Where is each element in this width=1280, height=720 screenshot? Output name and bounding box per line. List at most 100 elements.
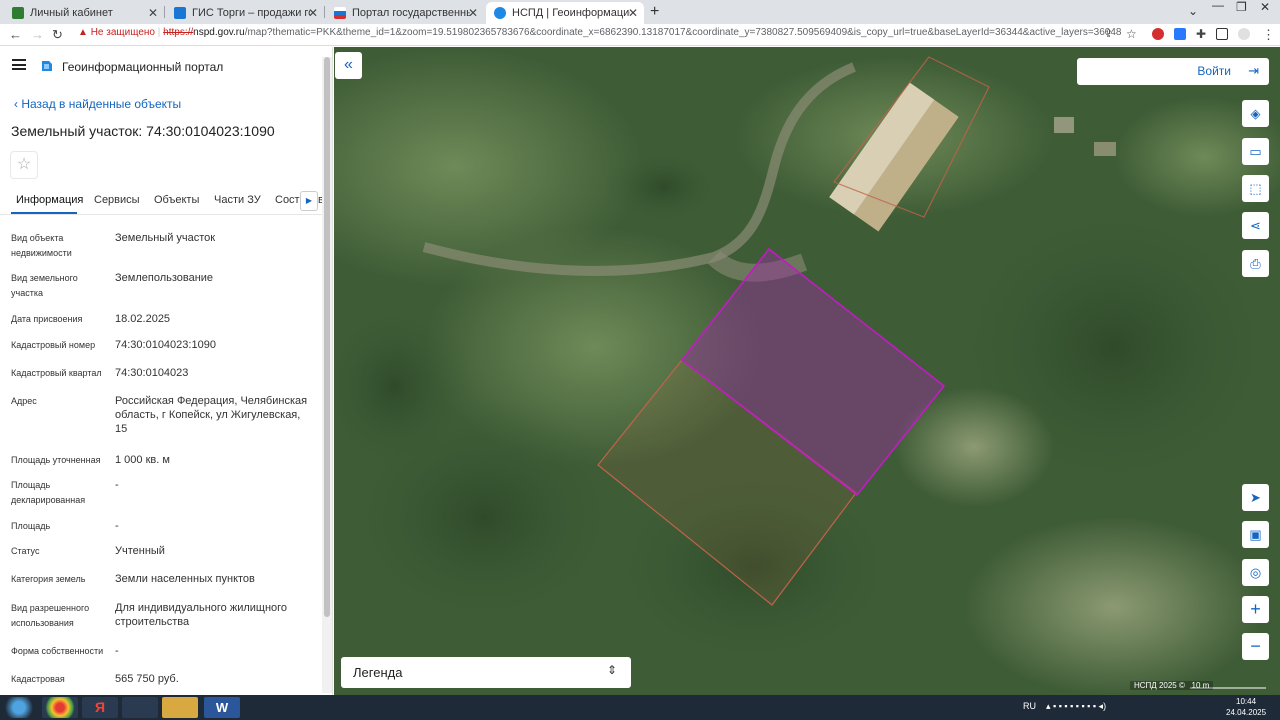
field-label: Вид земельного участка <box>11 273 78 298</box>
tray-icons[interactable]: ▴ ▪ ▪ ▪ ▪ ▪ ▪ ▪ ▪ ◂) <box>1046 701 1106 712</box>
back-to-results-link[interactable]: ‹ Назад в найденные объекты <box>14 97 181 111</box>
close-tab-icon[interactable]: ✕ <box>468 6 478 20</box>
field-value: Земли населенных пунктов <box>115 573 255 585</box>
field-label: Кадастровый номер <box>11 340 96 350</box>
field-label: Площадь декларированная <box>11 480 86 505</box>
info-panel: Геоинформационный портал ‹ Назад в найде… <box>0 47 333 695</box>
field-value: - <box>115 520 119 532</box>
field-label: Форма собственности <box>11 646 104 656</box>
tab-title: Портал государственных услуг <box>352 7 470 19</box>
profile-avatar[interactable] <box>1238 28 1250 40</box>
browser-tab-3[interactable]: Портал государственных услуг ✕ <box>326 2 484 24</box>
close-window-icon[interactable]: ✕ <box>1260 0 1270 14</box>
field-value: Земельный участок <box>115 232 216 244</box>
tab-favicon-icon <box>494 7 506 19</box>
language-indicator[interactable]: RU <box>1023 701 1036 711</box>
share-icon[interactable]: ⇪ <box>1104 27 1113 40</box>
new-tab-icon[interactable]: + <box>650 3 659 21</box>
select-area-icon[interactable]: ⬚ <box>1242 175 1269 202</box>
tab-objects[interactable]: Объекты <box>154 194 199 206</box>
scrollbar-thumb[interactable] <box>324 57 330 617</box>
forward-arrow-icon[interactable]: → <box>31 27 44 42</box>
minimize-icon[interactable]: — <box>1212 0 1224 12</box>
yandex-browser-icon[interactable]: Я <box>82 697 118 718</box>
collapse-panel-button[interactable]: « <box>335 52 362 79</box>
bookmark-star-icon[interactable]: ☆ <box>1126 27 1137 41</box>
print-icon[interactable]: ⎙ <box>1242 250 1269 277</box>
satellite-imagery <box>334 47 1280 695</box>
search-location-icon[interactable]: ◎ <box>1242 559 1269 586</box>
close-tab-icon[interactable]: ✕ <box>628 6 638 20</box>
legend-label: Легенда <box>353 665 403 680</box>
chrome-icon[interactable] <box>42 697 78 718</box>
browser-menu-icon[interactable]: ⋮ <box>1262 27 1275 43</box>
security-warning: Не защищено <box>90 27 155 38</box>
close-tab-icon[interactable]: ✕ <box>148 6 158 20</box>
browser-tab-4-active[interactable]: НСПД | Геоинформационный п ✕ <box>486 2 644 24</box>
legend-toggle[interactable]: Легенда ⇕ <box>341 657 631 688</box>
url-path: /map?thematic=PKK&theme_id=1&zoom=19.519… <box>244 27 1122 38</box>
tab-information[interactable]: Информация <box>16 194 83 206</box>
field-value: 565 750 руб. <box>115 673 179 685</box>
clock-date[interactable]: 24.04.2025 <box>1226 708 1266 717</box>
tab-parts[interactable]: Части ЗУ <box>214 194 261 206</box>
field-value: 1 000 кв. м <box>115 454 170 466</box>
sidebar-icon[interactable] <box>1216 28 1228 40</box>
clock-time[interactable]: 10:44 <box>1236 697 1256 706</box>
browser-tab-2[interactable]: ГИС Торги – продажи государст ✕ <box>166 2 324 24</box>
panel-scrollbar[interactable] <box>322 57 332 693</box>
tabs-scroll-right-icon[interactable]: ▶ <box>300 191 318 211</box>
minimap-icon[interactable]: ▣ <box>1242 521 1269 548</box>
file-explorer-icon[interactable] <box>162 697 198 718</box>
zoom-out-icon[interactable]: − <box>1242 633 1269 660</box>
tab-search-icon[interactable]: ⌄ <box>1188 4 1198 18</box>
tab-title: Личный кабинет <box>30 7 113 19</box>
map-attribution: НСПД 2025 © 10 m <box>1130 681 1214 690</box>
field-value: 74:30:0104023:1090 <box>115 339 216 351</box>
field-label: Площадь уточненная <box>11 455 101 465</box>
login-button[interactable]: Войти ⇥ <box>1077 58 1269 85</box>
field-label: Площадь <box>11 521 51 531</box>
close-tab-icon[interactable]: ✕ <box>308 6 318 20</box>
url-host: nspd.gov.ru <box>193 27 245 38</box>
field-label: Вид разрешенного использования <box>11 603 90 628</box>
tab-title: НСПД | Геоинформационный п <box>512 7 630 19</box>
tab-favicon-icon <box>12 7 24 19</box>
portal-logo-icon <box>42 61 52 71</box>
field-value: - <box>115 479 119 491</box>
browser-tab-bar: Личный кабинет ✕ ГИС Торги – продажи гос… <box>0 0 1280 24</box>
field-label: Дата присвоения <box>11 314 83 324</box>
geolocation-icon[interactable]: ➤ <box>1242 484 1269 511</box>
active-tab-indicator <box>11 212 77 214</box>
extension-icon[interactable] <box>1174 28 1186 40</box>
field-label: Вид объекта недвижимости <box>11 233 72 258</box>
back-arrow-icon[interactable]: ← <box>9 27 22 42</box>
field-label: Кадастровая <box>11 674 65 684</box>
field-value: 18.02.2025 <box>115 313 171 325</box>
puzzle-extensions-icon[interactable]: ✚ <box>1196 27 1206 41</box>
zoom-in-icon[interactable]: + <box>1242 596 1269 623</box>
browser-tab-1[interactable]: Личный кабинет ✕ <box>4 2 164 24</box>
word-icon[interactable]: W <box>204 697 240 718</box>
favorite-star-button[interactable]: ☆ <box>10 151 38 179</box>
yandex-extension-icon[interactable] <box>1152 28 1164 40</box>
field-label: Категория земель <box>11 574 86 584</box>
ruler-icon[interactable]: ▭ <box>1242 138 1269 165</box>
maximize-icon[interactable]: ❐ <box>1236 0 1247 14</box>
reload-icon[interactable]: ↻ <box>52 27 63 43</box>
url-field[interactable]: ▲ Не защищено | https://nspd.gov.ru/map?… <box>78 27 1121 38</box>
tab-services[interactable]: Сервисы <box>94 194 140 206</box>
map-view[interactable]: НСПД 2025 © 10 m <box>334 47 1280 695</box>
field-label: Статус <box>11 546 40 556</box>
menu-button[interactable] <box>12 59 26 70</box>
field-label: Адрес <box>11 396 37 406</box>
start-button-icon[interactable] <box>2 697 36 718</box>
field-value: - <box>115 645 119 657</box>
chevron-up-down-icon: ⇕ <box>606 663 617 677</box>
layers-icon[interactable]: ◈ <box>1242 100 1269 127</box>
tab-title: ГИС Торги – продажи государст <box>192 7 310 19</box>
share-icon[interactable]: ⋖ <box>1242 212 1269 239</box>
java-app-icon[interactable] <box>122 697 158 718</box>
panel-tabs: Информация Сервисы Объекты Части ЗУ Сост… <box>0 187 326 215</box>
field-value: Для индивидуального жилищного строительс… <box>115 602 288 628</box>
